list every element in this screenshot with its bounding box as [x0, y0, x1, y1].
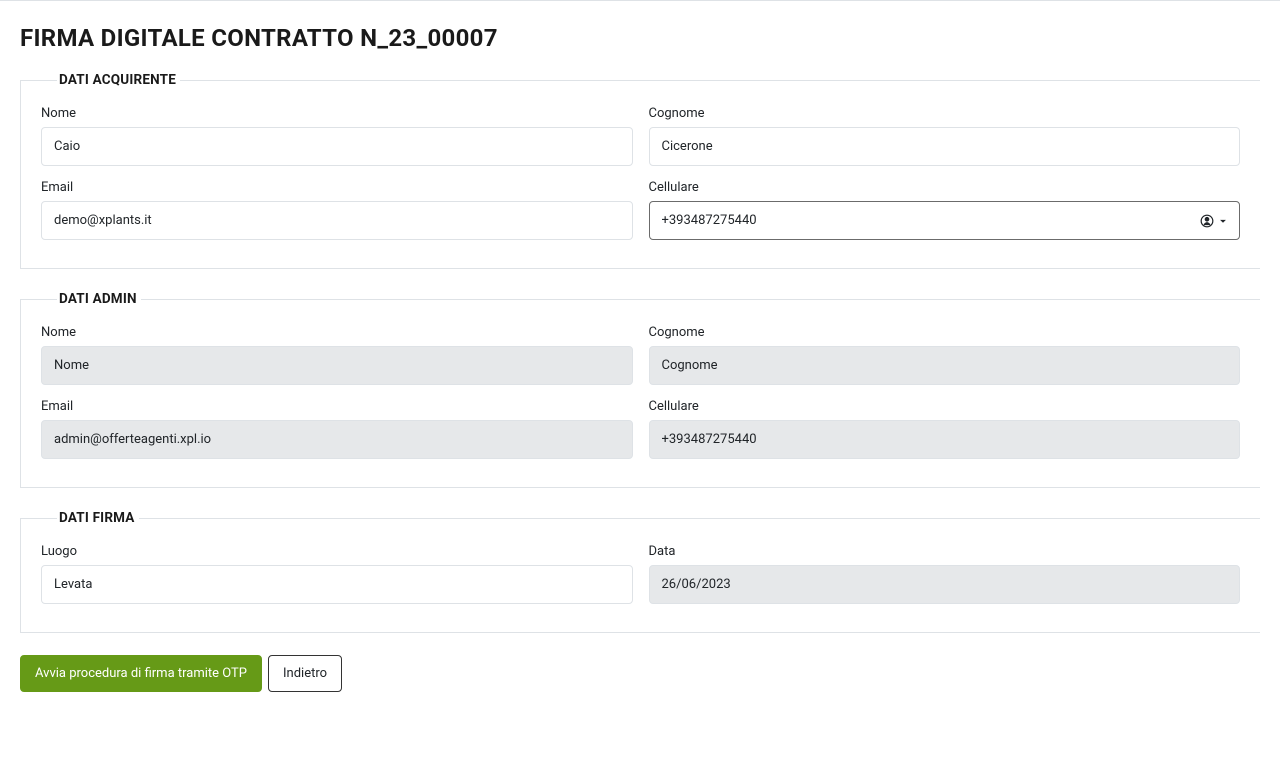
input-acquirente-cellulare[interactable]	[649, 201, 1241, 240]
legend-acquirente: DATI ACQUIRENTE	[57, 72, 180, 88]
input-firma-luogo[interactable]	[41, 565, 633, 604]
input-admin-cognome	[649, 346, 1241, 385]
input-firma-data	[649, 565, 1241, 604]
indietro-button[interactable]: Indietro	[268, 655, 342, 692]
input-admin-cellulare	[649, 420, 1241, 459]
label-acquirente-cellulare: Cellulare	[649, 180, 1241, 195]
label-admin-email: Email	[41, 399, 633, 414]
input-acquirente-cognome[interactable]	[649, 127, 1241, 166]
avvia-otp-button[interactable]: Avvia procedura di firma tramite OTP	[20, 655, 262, 692]
input-acquirente-email[interactable]	[41, 201, 633, 240]
label-acquirente-cognome: Cognome	[649, 106, 1241, 121]
page-title: FIRMA DIGITALE CONTRATTO N_23_00007	[20, 24, 1260, 52]
input-admin-nome	[41, 346, 633, 385]
label-firma-luogo: Luogo	[41, 544, 633, 559]
fieldset-acquirente: DATI ACQUIRENTE Nome Cognome Email Cellu…	[20, 72, 1260, 269]
label-firma-data: Data	[649, 544, 1241, 559]
fieldset-firma: DATI FIRMA Luogo Data	[20, 510, 1260, 633]
input-admin-email	[41, 420, 633, 459]
input-acquirente-nome[interactable]	[41, 127, 633, 166]
label-acquirente-nome: Nome	[41, 106, 633, 121]
label-admin-nome: Nome	[41, 325, 633, 340]
label-admin-cellulare: Cellulare	[649, 399, 1241, 414]
label-admin-cognome: Cognome	[649, 325, 1241, 340]
legend-admin: DATI ADMIN	[57, 291, 141, 307]
label-acquirente-email: Email	[41, 180, 633, 195]
fieldset-admin: DATI ADMIN Nome Cognome Email Cellulare	[20, 291, 1260, 488]
legend-firma: DATI FIRMA	[57, 510, 139, 526]
